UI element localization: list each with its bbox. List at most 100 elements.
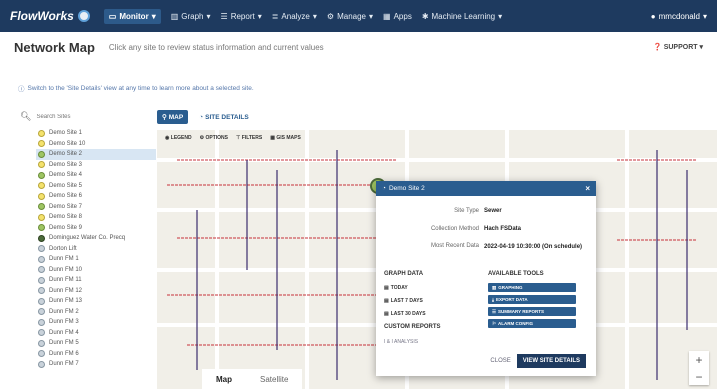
tab-map[interactable]: ⚲ MAP [157, 110, 189, 124]
map-type-satellite[interactable]: Satellite [246, 375, 302, 384]
ii-analysis-link[interactable]: I & I ANALYSIS [384, 339, 418, 345]
site-list-item-label: Dunn FM 2 [49, 308, 79, 315]
map-type-map[interactable]: Map [202, 375, 246, 384]
site-list-item[interactable]: Demo Site 2 [36, 149, 156, 160]
nav-monitor-label: Monitor [119, 11, 149, 21]
support-label: SUPPORT [663, 44, 698, 51]
map-pin-icon: ⚲ [162, 114, 167, 121]
site-list-item[interactable]: Dunn FM 2 [36, 307, 156, 318]
site-list-item[interactable]: Demo Site 6 [36, 191, 156, 202]
site-status-icon [38, 245, 45, 253]
site-status-icon [38, 150, 45, 158]
close-icon[interactable]: × [585, 184, 590, 193]
calendar-icon: ▤ [384, 311, 389, 317]
site-list-item[interactable]: Demo Site 9 [36, 223, 156, 234]
tool-alarm-button[interactable]: ⚐ ALARM CONFIG [488, 319, 576, 328]
zoom-in-button[interactable]: + [689, 351, 709, 368]
graph-today-link[interactable]: ▤ TODAY [384, 285, 408, 291]
tab-site-details[interactable]: ◔ SITE DETAILS [194, 110, 254, 124]
site-list-item[interactable]: Dorton Lift [36, 244, 156, 255]
site-list-item-label: Dunn FM 13 [49, 298, 83, 305]
recent-value: 2022-04-19 10:30:00 (On schedule) [484, 244, 583, 250]
support-button[interactable]: ❓ SUPPORT ▾ [653, 43, 703, 51]
site-status-icon [38, 318, 45, 326]
user-name: mmcdonald [658, 11, 700, 21]
tool-graphing-label: GRAPHING [498, 285, 523, 290]
site-list-item[interactable]: Dunn FM 7 [36, 359, 156, 370]
tool-summary-button[interactable]: ☰ SUMMARY REPORTS [488, 307, 576, 316]
graph-7-days-link[interactable]: ▤ LAST 7 DAYS [384, 298, 423, 304]
site-status-icon [38, 255, 45, 263]
page-subtitle: Click any site to review status informat… [108, 42, 324, 52]
site-list-item[interactable]: Demo Site 1 [36, 128, 156, 139]
site-list-item[interactable]: Dunn FM 4 [36, 328, 156, 339]
site-status-icon [38, 287, 45, 295]
site-list-item[interactable]: Demo Site 10 [36, 139, 156, 150]
legend-button[interactable]: ◉ LEGEND [165, 135, 192, 141]
site-list-item[interactable]: Dunn FM 1 [36, 254, 156, 265]
graph-30-days-link[interactable]: ▤ LAST 30 DAYS [384, 311, 426, 317]
legend-label: LEGEND [170, 135, 192, 141]
nav-graph[interactable]: ▥ Graph ▾ [171, 12, 211, 21]
nav-machine-learning[interactable]: ✱ Machine Learning ▾ [422, 12, 502, 21]
site-list-item[interactable]: Dunn FM 11 [36, 275, 156, 286]
site-status-icon [38, 203, 45, 211]
filters-button[interactable]: ⊤ FILTERS [236, 135, 262, 141]
alarm-icon: ⚐ [492, 320, 497, 326]
nav-analyze[interactable]: ≣ Analyze ▾ [272, 12, 317, 21]
site-list-item[interactable]: Dominguez Water Co. Precq [36, 233, 156, 244]
nav-manage-label: Manage [337, 11, 366, 21]
gis-maps-button[interactable]: ▦ GIS MAPS [270, 135, 301, 141]
site-status-icon [38, 276, 45, 284]
nav-ml-label: Machine Learning [431, 11, 496, 21]
filters-label: FILTERS [241, 135, 263, 141]
graph-30-days-label: LAST 30 DAYS [390, 311, 426, 317]
site-details-icon: ◔ [199, 113, 204, 121]
nav-report[interactable]: ☰ Report ▾ [221, 12, 262, 21]
site-popup: ◔ Demo Site 2 × Site Type Sewer Collecti… [376, 181, 596, 376]
info-text: Switch to the 'Site Details' view at any… [27, 84, 254, 92]
popup-close-button[interactable]: CLOSE [490, 358, 510, 364]
nav-monitor[interactable]: ▭ Monitor ▾ [103, 8, 161, 24]
site-list-item-label: Dunn FM 5 [49, 340, 79, 347]
site-status-icon [38, 182, 45, 190]
manage-icon: ⚙ [326, 11, 335, 21]
report-icon: ☰ [492, 308, 497, 314]
site-list-item[interactable]: Demo Site 7 [36, 202, 156, 213]
site-list-item[interactable]: Dunn FM 6 [36, 349, 156, 360]
nav-apps[interactable]: ▦ Apps [383, 12, 412, 21]
site-list-item-label: Dominguez Water Co. Precq [49, 235, 126, 242]
site-list-item-label: Demo Site 7 [49, 203, 83, 210]
site-list-item[interactable]: Demo Site 8 [36, 212, 156, 223]
site-list-item[interactable]: Demo Site 4 [36, 170, 156, 181]
tool-export-button[interactable]: ⤓ EXPORT DATA [488, 295, 576, 304]
zoom-out-button[interactable]: − [689, 368, 709, 385]
site-list-item[interactable]: Dunn FM 13 [36, 296, 156, 307]
site-list-item[interactable]: Demo Site 3 [36, 160, 156, 171]
site-status-icon [38, 140, 45, 148]
popup-header: ◔ Demo Site 2 × [376, 181, 596, 196]
user-menu[interactable]: ● mmcdonald ▾ [651, 12, 707, 21]
site-list-item[interactable]: Dunn FM 5 [36, 338, 156, 349]
map-toolbar: ◉ LEGEND ⚙ OPTIONS ⊤ FILTERS ▦ GIS MAPS [165, 135, 301, 141]
site-list-item[interactable]: Dunn FM 3 [36, 317, 156, 328]
brand-logo[interactable]: FlowWorks [10, 9, 90, 23]
search-input[interactable] [36, 113, 137, 120]
site-list-item[interactable]: Dunn FM 10 [36, 265, 156, 276]
tools-heading: AVAILABLE TOOLS [488, 271, 544, 277]
site-list-item[interactable]: Demo Site 5 [36, 181, 156, 192]
options-label: OPTIONS [205, 135, 228, 141]
map-type-toggle: Map Satellite [202, 369, 303, 389]
nav-manage[interactable]: ⚙ Manage ▾ [327, 12, 373, 21]
view-site-details-button[interactable]: VIEW SITE DETAILS [516, 354, 586, 368]
site-list-item[interactable]: Dunn FM 12 [36, 286, 156, 297]
site-list-item-label: Demo Site 2 [49, 151, 83, 158]
tool-graphing-button[interactable]: ▥ GRAPHING [488, 283, 576, 292]
machine-learning-icon: ✱ [421, 11, 429, 21]
site-status-icon [38, 224, 45, 232]
site-search: 🔍︎ [20, 111, 140, 122]
site-list-item-label: Demo Site 9 [49, 224, 83, 231]
nav-graph-label: Graph [181, 11, 204, 21]
recent-label: Most Recent Data [430, 243, 479, 249]
options-button[interactable]: ⚙ OPTIONS [200, 135, 228, 141]
